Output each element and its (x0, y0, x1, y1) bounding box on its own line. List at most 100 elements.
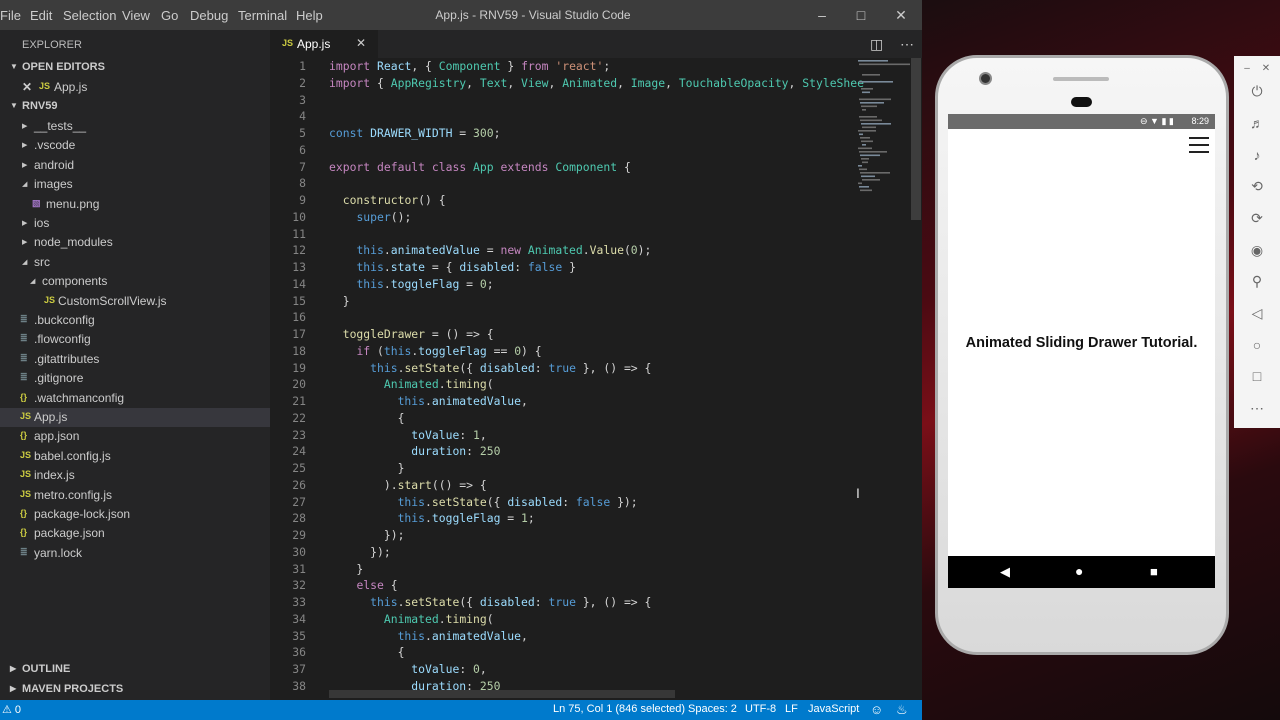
tree-item[interactable]: ▶ android (0, 156, 270, 175)
open-editor-item[interactable]: ✕ JS App.js (0, 78, 270, 97)
more-actions-icon[interactable]: ⋯ (900, 36, 914, 53)
close-window-icon[interactable]: ✕ (892, 6, 910, 24)
tree-item[interactable]: ≣ .flowconfig (0, 330, 270, 349)
tree-item[interactable]: ▧ menu.png (0, 195, 270, 214)
tree-item[interactable]: ◢ components (0, 272, 270, 291)
code-line[interactable]: 19 this.setState({ disabled: true }, () … (270, 360, 860, 377)
language-mode[interactable]: JavaScript (808, 703, 859, 715)
tree-item[interactable]: ◢ images (0, 175, 270, 194)
code-line[interactable]: 29 }); (270, 527, 860, 544)
code-line[interactable]: 23 toValue: 1, (270, 427, 860, 444)
code-line[interactable]: 8 (270, 175, 860, 192)
code-line[interactable]: 37 toValue: 0, (270, 661, 860, 678)
emulator-screen[interactable]: ⊖ ▼ ▮ ▮ 8:29 Animated Sliding Drawer Tut… (948, 114, 1215, 588)
code-line[interactable]: 33 this.setState({ disabled: true }, () … (270, 594, 860, 611)
vertical-scrollbar[interactable] (910, 58, 922, 700)
code-line[interactable]: 32 else { (270, 577, 860, 594)
code-line[interactable]: 22 { (270, 410, 860, 427)
encoding[interactable]: UTF-8 (745, 703, 776, 715)
tree-item[interactable]: ▶ ios (0, 214, 270, 233)
hamburger-menu-icon[interactable] (1189, 136, 1209, 154)
tree-item[interactable]: {} .watchmanconfig (0, 389, 270, 408)
more-icon[interactable]: ⋯ (1248, 399, 1266, 417)
notifications-bell-icon[interactable]: ♨ (896, 702, 908, 718)
code-line[interactable]: 16 (270, 309, 860, 326)
code-editor[interactable]: 1 import React, { Component } from 'react… (270, 58, 922, 700)
tab-app-js[interactable]: JS App.js ✕ (270, 30, 378, 58)
tree-item[interactable]: ▶ node_modules (0, 233, 270, 252)
maximize-icon[interactable]: □ (852, 6, 870, 24)
code-line[interactable]: 13 this.state = { disabled: false } (270, 259, 860, 276)
code-line[interactable]: 18 if (this.toggleFlag == 0) { (270, 343, 860, 360)
code-line[interactable]: 25 } (270, 460, 860, 477)
code-line[interactable]: 31 } (270, 561, 860, 578)
code-line[interactable]: 36 { (270, 644, 860, 661)
scrollbar-thumb[interactable] (911, 58, 921, 220)
tree-item[interactable]: JS CustomScrollView.js (0, 292, 270, 311)
tree-item[interactable]: {} app.json (0, 427, 270, 446)
home-icon[interactable]: ○ (1248, 336, 1266, 354)
volume-up-icon[interactable]: ♬ (1248, 114, 1266, 132)
open-editors-header[interactable]: ▼ OPEN EDITORS (0, 58, 270, 78)
feedback-smiley-icon[interactable]: ☺ (870, 702, 883, 717)
code-line[interactable]: 2 import { AppRegistry, Text, View, Anima… (270, 75, 864, 92)
code-line[interactable]: 9 constructor() { (270, 192, 860, 209)
tree-item[interactable]: ≣ .buckconfig (0, 311, 270, 330)
indentation[interactable]: Spaces: 2 (688, 703, 737, 715)
code-line[interactable]: 14 this.toggleFlag = 0; (270, 276, 860, 293)
power-icon[interactable]: ⏻ (1248, 82, 1266, 100)
toolbar-minimize-icon[interactable]: – (1242, 60, 1252, 78)
maven-projects-header[interactable]: ▶ MAVEN PROJECTS (0, 680, 270, 700)
volume-down-icon[interactable]: ♪ (1248, 146, 1266, 164)
project-header[interactable]: ▼ RNV59 (0, 97, 270, 117)
code-line[interactable]: 12 this.animatedValue = new Animated.Val… (270, 242, 860, 259)
tree-item[interactable]: ≣ yarn.lock (0, 544, 270, 563)
code-line[interactable]: 20 Animated.timing( (270, 376, 860, 393)
code-line[interactable]: 6 (270, 142, 860, 159)
code-line[interactable]: 21 this.animatedValue, (270, 393, 860, 410)
line-ending[interactable]: LF (785, 703, 798, 715)
tree-item[interactable]: {} package.json (0, 524, 270, 543)
toolbar-close-icon[interactable]: ✕ (1261, 60, 1271, 78)
close-tab-icon[interactable]: ✕ (356, 36, 366, 50)
overview-icon[interactable]: ■ (1150, 564, 1158, 579)
rotate-left-icon[interactable]: ⟲ (1248, 177, 1266, 195)
tree-item[interactable]: JS index.js (0, 466, 270, 485)
tree-item[interactable]: JS babel.config.js (0, 447, 270, 466)
minimize-icon[interactable]: – (813, 6, 831, 24)
split-editor-icon[interactable]: ◫ (870, 36, 883, 53)
tree-item[interactable]: {} package-lock.json (0, 505, 270, 524)
code-line[interactable]: 17 toggleDrawer = () => { (270, 326, 860, 343)
code-line[interactable]: 26 ).start(() => { (270, 477, 860, 494)
outline-header[interactable]: ▶ OUTLINE (0, 660, 270, 680)
code-line[interactable]: 24 duration: 250 (270, 443, 860, 460)
problems-indicator[interactable]: ⚠ 0 (2, 703, 21, 716)
zoom-icon[interactable]: ⚲ (1248, 272, 1266, 290)
tree-item[interactable]: ▶ .vscode (0, 136, 270, 155)
screenshot-camera-icon[interactable]: ◉ (1248, 241, 1266, 259)
code-line[interactable]: 34 Animated.timing( (270, 611, 860, 628)
code-line[interactable]: 10 super(); (270, 209, 860, 226)
code-line[interactable]: 15 } (270, 293, 860, 310)
code-line[interactable]: 7 export default class App extends Compon… (270, 159, 860, 176)
tree-item[interactable]: ◢ src (0, 253, 270, 272)
rotate-right-icon[interactable]: ⟳ (1248, 209, 1266, 227)
cursor-position[interactable]: Ln 75, Col 1 (846 selected) (553, 703, 685, 715)
horizontal-scrollbar[interactable] (329, 690, 675, 698)
tree-item[interactable]: JS metro.config.js (0, 486, 270, 505)
code-line[interactable]: 1 import React, { Component } from 'react… (270, 58, 860, 75)
code-line[interactable]: 28 this.toggleFlag = 1; (270, 510, 860, 527)
back-icon[interactable]: ◁ (1248, 304, 1266, 322)
code-line[interactable]: 3 (270, 92, 860, 109)
tree-item[interactable]: ▶ __tests__ (0, 117, 270, 136)
code-line[interactable]: 35 this.animatedValue, (270, 628, 860, 645)
back-icon[interactable]: ◀ (1000, 564, 1010, 580)
close-icon[interactable]: ✕ (22, 80, 32, 94)
code-line[interactable]: 27 this.setState({ disabled: false }); (270, 494, 860, 511)
tree-item[interactable]: ≣ .gitattributes (0, 350, 270, 369)
code-line[interactable]: 5 const DRAWER_WIDTH = 300; (270, 125, 860, 142)
tree-item[interactable]: ≣ .gitignore (0, 369, 270, 388)
code-line[interactable]: 4 (270, 108, 860, 125)
code-line[interactable]: 11 (270, 226, 860, 243)
minimap[interactable] (856, 58, 910, 218)
